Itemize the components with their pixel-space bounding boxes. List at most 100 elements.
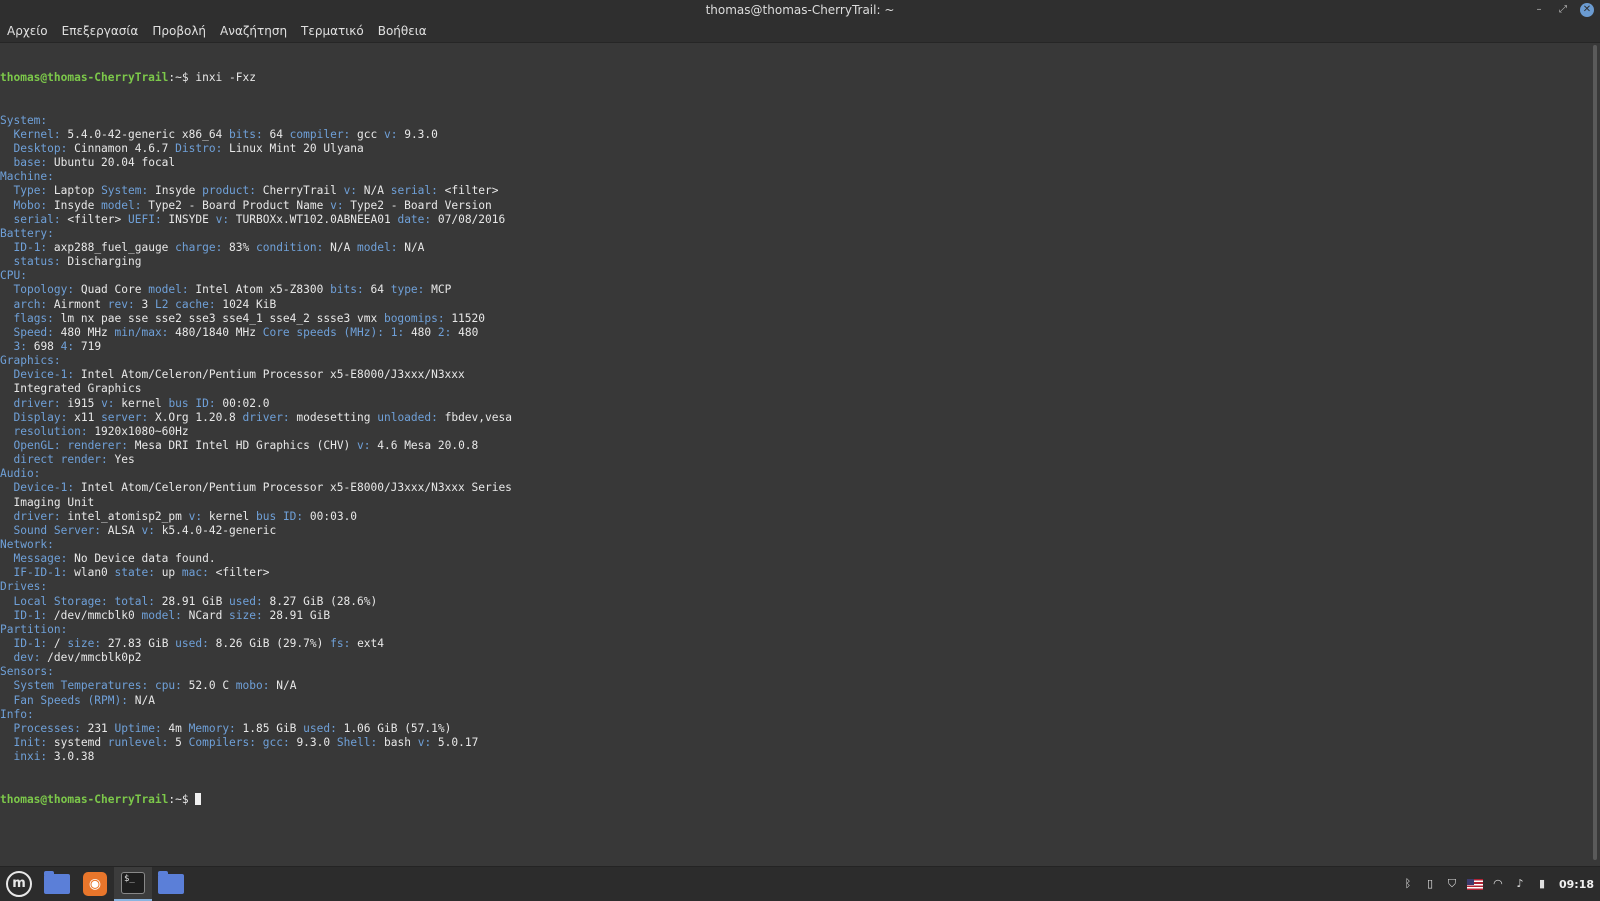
- field-value: kernel: [202, 509, 256, 523]
- field-value: [384, 326, 391, 339]
- field-value: 00:03.0: [303, 509, 358, 523]
- output-line: CPU:: [0, 269, 1590, 283]
- output-line: Device-1: Intel Atom/Celeron/Pentium Pro…: [0, 481, 1590, 495]
- volume-icon[interactable]: ♪: [1513, 876, 1527, 892]
- output-line: Drives:: [0, 580, 1590, 594]
- field-value: [0, 142, 13, 155]
- terminal-output[interactable]: thomas@thomas-CherryTrail:~$ inxi -Fxz S…: [0, 43, 1590, 866]
- field-key: cpu:: [154, 679, 182, 693]
- shell-prompt: thomas@thomas-CherryTrail: [0, 71, 169, 85]
- battery-icon[interactable]: ▮: [1535, 876, 1549, 892]
- field-key: type:: [390, 283, 425, 297]
- field-key: Fan Speeds (RPM):: [13, 693, 128, 707]
- taskbar-show-desktop[interactable]: [38, 867, 76, 901]
- field-value: Quad Core: [74, 283, 149, 297]
- output-line: arch: Airmont rev: 3 L2 cache: 1024 KiB: [0, 298, 1590, 312]
- field-key: Local Storage:: [13, 594, 108, 608]
- output-line: Partition:: [0, 623, 1590, 637]
- field-value: INSYDE: [161, 212, 216, 226]
- field-value: [0, 637, 13, 650]
- field-key: bogomips:: [383, 311, 445, 325]
- output-line: Desktop: Cinnamon 4.6.7 Distro: Linux Mi…: [0, 142, 1590, 156]
- output-line: IF-ID-1: wlan0 state: up mac: <filter>: [0, 566, 1590, 580]
- field-value: axp288_fuel_gauge: [47, 241, 176, 255]
- field-value: intel_atomisp2_pm: [60, 509, 189, 523]
- output-line: Sensors:: [0, 665, 1590, 679]
- clipboard-icon[interactable]: ▯: [1423, 876, 1437, 892]
- maximize-icon[interactable]: ⤢: [1556, 3, 1570, 17]
- field-value: [0, 340, 13, 353]
- field-value: 28.91 GiB: [154, 594, 230, 608]
- field-key: Uptime:: [114, 721, 162, 735]
- bluetooth-icon[interactable]: ᛒ: [1401, 876, 1415, 892]
- menu-view[interactable]: Προβολή: [145, 20, 213, 42]
- output-line: direct render: Yes: [0, 453, 1590, 467]
- field-key: v:: [215, 212, 230, 226]
- title-bar[interactable]: thomas@thomas-CherryTrail: ~ – ⤢ ✕: [0, 0, 1600, 20]
- field-value: [0, 481, 13, 494]
- field-key: dev:: [13, 651, 41, 665]
- field-key: arch:: [13, 297, 48, 311]
- menu-help[interactable]: Βοήθεια: [371, 20, 434, 42]
- field-value: /dev/mmcblk0p2: [40, 651, 142, 665]
- minimize-icon[interactable]: –: [1532, 3, 1546, 17]
- field-value: [0, 453, 13, 466]
- field-key: total:: [114, 594, 155, 608]
- field-value: wlan0: [67, 566, 115, 580]
- field-value: Linux Mint 20 Ulyana: [222, 142, 364, 156]
- taskbar-firefox[interactable]: ◉: [76, 867, 114, 901]
- menu-terminal[interactable]: Τερματικό: [294, 20, 371, 42]
- inxi-output: System: Kernel: 5.4.0-42-generic x86_64 …: [0, 114, 1590, 764]
- taskbar-terminal[interactable]: $_: [114, 867, 152, 901]
- field-key: min/max:: [114, 325, 169, 339]
- current-prompt-line[interactable]: thomas@thomas-CherryTrail:~$: [0, 792, 1590, 807]
- keyboard-layout-flag-icon[interactable]: [1466, 878, 1483, 890]
- field-key: Device-1:: [13, 368, 75, 382]
- menu-edit[interactable]: Επεξεργασία: [55, 20, 146, 42]
- field-key: Memory:: [188, 721, 236, 735]
- shield-icon[interactable]: ⛉: [1445, 876, 1459, 892]
- output-line: serial: <filter> UEFI: INSYDE v: TURBOXx…: [0, 213, 1590, 227]
- field-key: unloaded:: [377, 410, 438, 424]
- field-value: Insyde: [47, 198, 102, 212]
- menu-search[interactable]: Αναζήτηση: [213, 20, 294, 42]
- field-value: Imaging Unit: [0, 495, 95, 509]
- field-value: [0, 283, 13, 296]
- command-text: inxi -Fxz: [195, 71, 256, 85]
- field-value: Intel Atom/Celeron/Pentium Processor x5-…: [74, 481, 512, 495]
- start-menu-button[interactable]: m: [0, 867, 38, 901]
- output-line: Network:: [0, 538, 1590, 552]
- taskbar-files[interactable]: [152, 867, 190, 901]
- menu-file[interactable]: Αρχείο: [0, 20, 55, 42]
- field-value: 52.0 C: [181, 679, 236, 693]
- clock[interactable]: 09:18: [1557, 878, 1594, 891]
- field-key: Message:: [13, 552, 68, 566]
- field-key: OpenGL:: [13, 439, 61, 452]
- field-value: N/A: [269, 679, 297, 693]
- system-tray: ᛒ ▯ ⛉ ◠ ♪ ▮ 09:18: [1401, 867, 1594, 901]
- field-value: bash: [377, 735, 418, 749]
- field-key: model:: [357, 241, 398, 255]
- window-title: thomas@thomas-CherryTrail: ~: [705, 3, 895, 17]
- field-key: v:: [383, 127, 398, 141]
- output-line: ID-1: / size: 27.83 GiB used: 8.26 GiB (…: [0, 637, 1590, 651]
- field-value: [0, 750, 13, 763]
- field-key: runlevel:: [107, 735, 169, 749]
- wifi-icon[interactable]: ◠: [1491, 876, 1505, 892]
- command-line: thomas@thomas-CherryTrail:~$ inxi -Fxz: [0, 71, 1590, 85]
- field-key: Processes:: [13, 721, 81, 735]
- text-cursor: [195, 792, 202, 805]
- field-value: [108, 595, 115, 608]
- terminal-scrollbar[interactable]: [1593, 45, 1597, 860]
- field-key: Kernel:: [13, 127, 61, 141]
- field-value: Cinnamon 4.6.7: [67, 142, 176, 156]
- close-icon[interactable]: ✕: [1580, 3, 1594, 17]
- field-key: Network:: [0, 537, 54, 551]
- field-value: 5.4.0-42-generic x86_64: [60, 127, 230, 141]
- output-line: Display: x11 server: X.Org 1.20.8 driver…: [0, 411, 1590, 425]
- field-key: fs:: [330, 636, 351, 650]
- field-value: NCard: [181, 608, 230, 622]
- prompt-suffix: :~$: [168, 71, 196, 85]
- field-key: direct render:: [13, 453, 108, 467]
- field-key: compiler:: [289, 127, 351, 141]
